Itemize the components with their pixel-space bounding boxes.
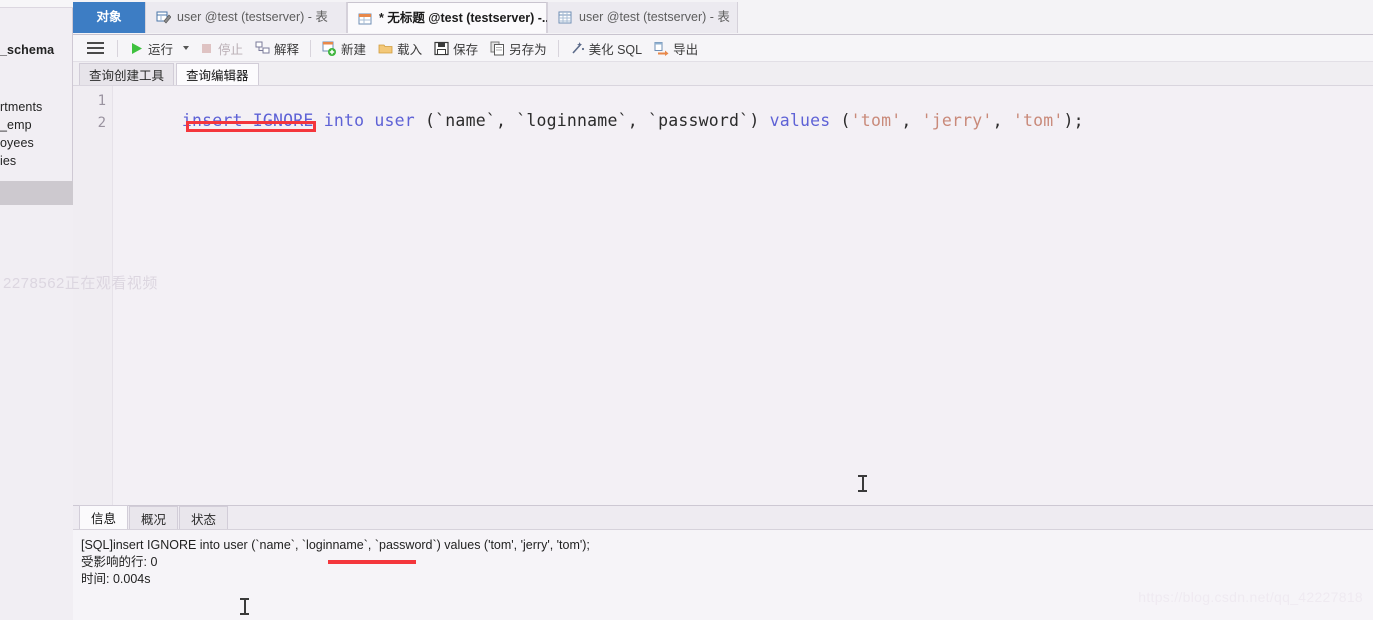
sidebar-selected-row[interactable] xyxy=(0,181,73,205)
tab-user-table-edit-label: user @test (testserver) - 表 xyxy=(177,10,328,25)
save-button[interactable]: 保存 xyxy=(428,36,484,60)
save-button-label: 保存 xyxy=(453,42,479,57)
results-tab-profile-label: 概况 xyxy=(141,512,167,527)
table-edit-icon xyxy=(156,10,172,25)
stop-button-label: 停止 xyxy=(218,42,244,57)
stop-button: 停止 xyxy=(193,36,249,60)
sidebar-item-employees[interactable]: oyees xyxy=(0,136,34,150)
tab-query-builder[interactable]: 查询创建工具 xyxy=(79,63,175,85)
results-tab-info[interactable]: 信息 xyxy=(79,505,129,529)
line-number-2: 2 xyxy=(97,115,106,131)
sql-token-user: user xyxy=(374,111,426,130)
explain-button[interactable]: 解释 xyxy=(249,36,305,60)
mouse-text-cursor-results xyxy=(240,598,249,615)
explain-button-label: 解释 xyxy=(274,42,300,57)
tab-objects[interactable]: 对象 xyxy=(73,2,145,33)
sql-editor-area[interactable]: 1 2 insert IGNORE into user (`name`, `lo… xyxy=(73,86,1373,505)
tab-query-editor-label: 查询编辑器 xyxy=(186,69,249,83)
sidebar-item-ies[interactable]: ies xyxy=(0,154,16,168)
sql-token-end: ); xyxy=(1063,111,1084,130)
tab-untitled-query[interactable]: * 无标题 @test (testserver) -... xyxy=(347,2,552,33)
watermark-viewer-text: 2278562正在观看视频 xyxy=(3,275,158,292)
export-button-label: 导出 xyxy=(673,42,699,57)
stop-icon xyxy=(199,41,214,56)
sql-token-val-tom: 'tom' xyxy=(850,111,902,130)
results-log-line-time: 时间: 0.004s xyxy=(81,572,151,586)
toolbar-separator-3 xyxy=(557,39,559,57)
toolbar-separator-2 xyxy=(310,39,312,57)
sidebar-item-departments[interactable]: rtments xyxy=(0,100,42,114)
sql-token-values: values xyxy=(769,111,841,130)
explain-icon xyxy=(255,41,270,56)
tab-user-table-grid-label: user @test (testserver) - 表 xyxy=(579,10,730,25)
results-log: [SQL]insert IGNORE into user (`name`, `l… xyxy=(81,537,1361,588)
new-query-button[interactable]: 新建 xyxy=(316,36,372,60)
hamburger-menu-icon xyxy=(87,41,104,55)
run-dropdown-caret-icon[interactable] xyxy=(183,46,190,50)
tab-untitled-query-label: * 无标题 @test (testserver) -... xyxy=(379,10,553,25)
results-tab-status-label: 状态 xyxy=(191,512,217,527)
beautify-sql-button[interactable]: 美化 SQL xyxy=(564,36,649,60)
toolbar-separator xyxy=(117,39,118,57)
load-button[interactable]: 载入 xyxy=(372,36,428,60)
export-arrow-icon xyxy=(654,41,669,56)
save-disk-icon xyxy=(434,41,449,56)
query-editor-icon xyxy=(358,11,373,26)
results-tab-status[interactable]: 状态 xyxy=(179,506,229,529)
run-button-label: 运行 xyxy=(148,42,174,57)
sidebar-empty-area xyxy=(0,205,73,620)
mouse-text-cursor-editor xyxy=(858,475,867,492)
tab-query-editor[interactable]: 查询编辑器 xyxy=(176,63,259,85)
database-navigator-sidebar[interactable]: _schema rtments _emp oyees ies xyxy=(0,0,73,620)
beautify-wand-icon xyxy=(570,41,585,56)
sidebar-top-strip xyxy=(0,0,73,8)
play-icon xyxy=(129,41,144,56)
sql-token-val-tom-2: 'tom' xyxy=(1012,111,1064,130)
dbeaver-navicat-query-window: _schema rtments _emp oyees ies 对象 user @… xyxy=(0,0,1373,620)
new-query-icon xyxy=(322,41,337,56)
tab-objects-label: 对象 xyxy=(96,10,122,25)
tab-user-table-edit[interactable]: user @test (testserver) - 表 xyxy=(145,2,347,33)
sql-token-into: into xyxy=(323,111,375,130)
save-as-button-label: 另存为 xyxy=(509,42,547,57)
sql-token-columns: (`name`, `loginname`, `password`) xyxy=(425,111,770,130)
sql-token-comma-1: , xyxy=(901,111,922,130)
results-tab-profile[interactable]: 概况 xyxy=(129,506,179,529)
editor-mode-tabs[interactable]: 查询创建工具 查询编辑器 xyxy=(73,62,1373,86)
beautify-sql-button-label: 美化 SQL xyxy=(588,42,643,57)
open-folder-icon xyxy=(378,41,393,56)
sql-token-comma-2: , xyxy=(992,111,1013,130)
tab-user-table-grid[interactable]: user @test (testserver) - 表 xyxy=(547,2,738,33)
sidebar-item-schema[interactable]: _schema xyxy=(0,43,54,57)
new-query-button-label: 新建 xyxy=(341,42,367,57)
results-tab-bar[interactable]: 信息 概况 状态 xyxy=(73,505,1373,530)
results-log-line-sql: [SQL]insert IGNORE into user (`name`, `l… xyxy=(81,538,590,552)
run-button[interactable]: 运行 xyxy=(123,36,179,60)
sql-token-lparen: ( xyxy=(840,111,851,130)
hamburger-menu-button[interactable] xyxy=(81,36,112,60)
annotation-red-underline xyxy=(328,560,416,564)
query-toolbar[interactable]: 运行 停止 解释 新建 载入 保存 另存为 美化 SQL 导出 xyxy=(73,35,1373,62)
watermark-blog-url: https://blog.csdn.net/qq_42227818 xyxy=(1138,589,1363,605)
sql-token-val-jerry: 'jerry' xyxy=(921,111,993,130)
save-as-icon xyxy=(490,41,505,56)
window-tab-bar[interactable]: 对象 user @test (testserver) - 表 * 无标题 @te… xyxy=(73,0,1373,35)
line-number-1: 1 xyxy=(97,93,106,109)
annotation-red-rectangle xyxy=(186,121,316,132)
editor-line-number-gutter: 1 2 xyxy=(73,86,113,505)
load-button-label: 载入 xyxy=(397,42,423,57)
save-as-button[interactable]: 另存为 xyxy=(484,36,553,60)
sidebar-item-emp[interactable]: _emp xyxy=(0,118,32,132)
results-tab-info-label: 信息 xyxy=(91,512,117,526)
table-grid-icon xyxy=(558,10,573,25)
export-button[interactable]: 导出 xyxy=(648,36,704,60)
results-log-line-affected: 受影响的行: 0 xyxy=(81,555,158,569)
tab-query-builder-label: 查询创建工具 xyxy=(89,69,165,83)
